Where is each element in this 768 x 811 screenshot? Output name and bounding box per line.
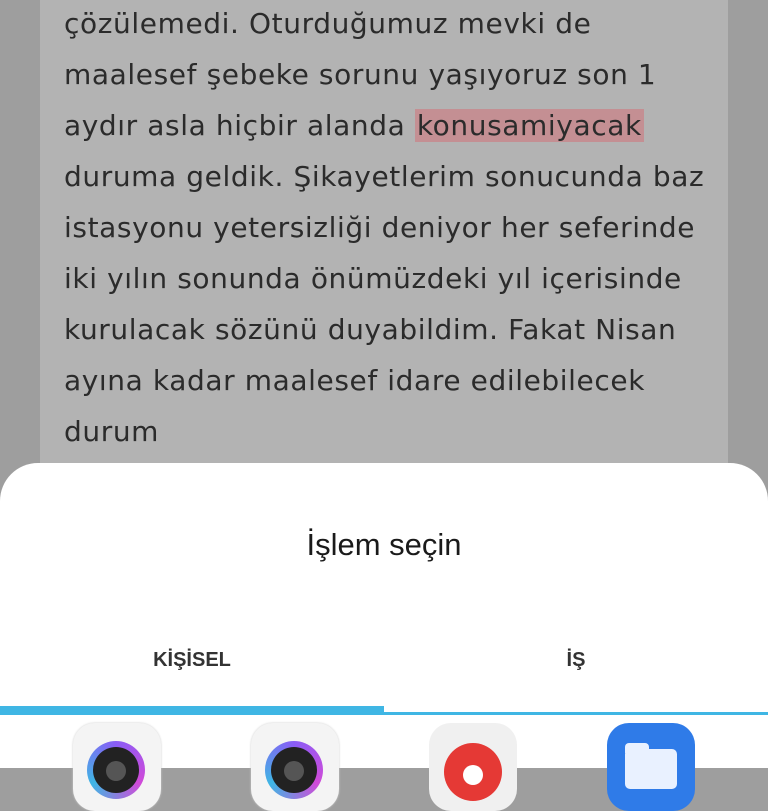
background-message-text: çözülemedi. Oturduğumuz mevki de maalese…: [64, 0, 724, 457]
tab-divider: [384, 712, 768, 715]
app-option-files[interactable]: [607, 723, 695, 811]
app-option-screen-recorder[interactable]: [429, 723, 517, 811]
app-option-camera-1[interactable]: [73, 723, 161, 811]
app-option-camera-2[interactable]: [251, 723, 339, 811]
message-text-after: duruma geldik. Şikayetlerim sonucunda ba…: [64, 160, 705, 448]
action-chooser-sheet: İşlem seçin KİŞİSEL İŞ: [0, 463, 768, 811]
tab-work[interactable]: İŞ: [384, 649, 768, 672]
sheet-title: İşlem seçin: [306, 527, 462, 562]
tab-personal[interactable]: KİŞİSEL: [0, 649, 384, 672]
tab-indicator-active: [0, 706, 384, 715]
highlighted-word: konusamiyacak: [414, 109, 644, 142]
